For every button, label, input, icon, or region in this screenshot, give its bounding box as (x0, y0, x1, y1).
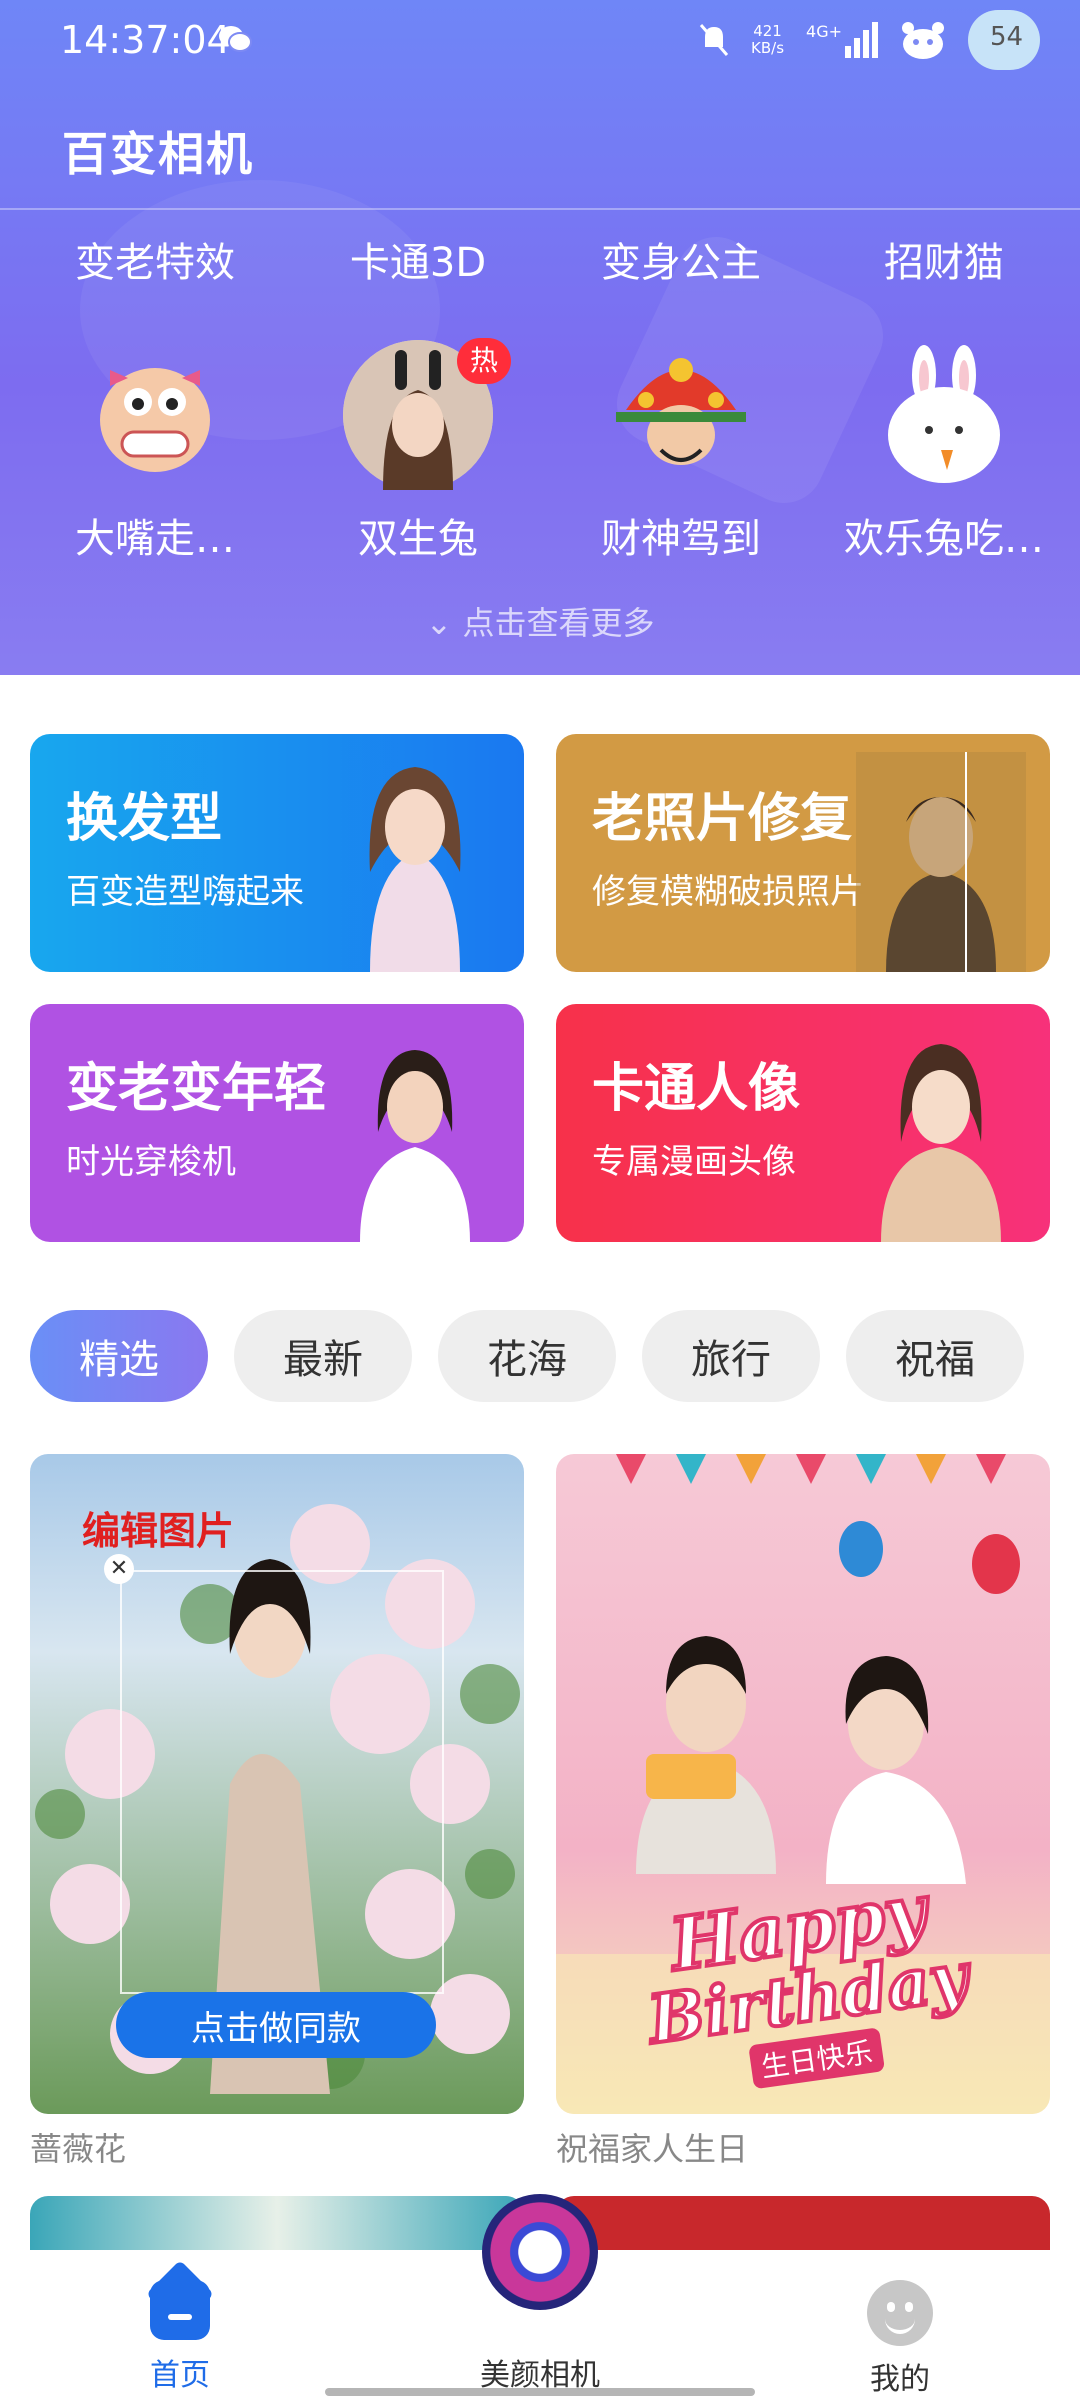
effect-label: 变身公主 (601, 240, 761, 286)
effect-label: 变老特效 (75, 240, 235, 286)
beauty-camera-button[interactable] (482, 2194, 598, 2310)
template-caption: 蔷薇花 (30, 2130, 127, 2168)
effect-item[interactable]: 变老特效 (20, 230, 290, 288)
category-tabs: 精选 最新 花海 旅行 祝福 (30, 1310, 1024, 1402)
speed-value: 421 (753, 22, 782, 40)
close-icon[interactable]: ✕ (104, 1554, 134, 1584)
bunny-girl-icon: 热 (343, 338, 511, 490)
template-card-partial[interactable] (556, 2196, 1050, 2256)
wealth-god-icon (606, 340, 756, 490)
feature-subtitle: 百变造型嗨起来 (66, 872, 304, 912)
page-title: 百变相机 (62, 127, 254, 181)
effect-item[interactable]: 变身公主 (546, 230, 816, 288)
smiley-icon (867, 2280, 933, 2346)
header-area: 14:37:04 421 KB/s 4G+ 54 百变相机 变老特效 卡通3D … (0, 0, 1080, 700)
feature-card-age[interactable]: 变老变年轻 时光穿梭机 (30, 1004, 524, 1242)
wechat-icon (219, 26, 252, 52)
tab-featured[interactable]: 精选 (30, 1310, 208, 1402)
feature-portrait (881, 1044, 1001, 1242)
status-time: 14:37:04 (60, 18, 231, 62)
effect-item[interactable]: 欢乐兔吃… (809, 340, 1079, 564)
effect-label: 双生兔 (358, 516, 478, 562)
effect-label: 财神驾到 (601, 516, 761, 562)
template-caption: 祝福家人生日 (556, 2130, 749, 2168)
speed-unit: KB/s (751, 39, 785, 57)
feature-title: 卡通人像 (592, 1059, 801, 1119)
effect-label: 卡通3D (349, 240, 487, 286)
feature-title: 换发型 (66, 789, 223, 849)
tab-blessing[interactable]: 祝福 (846, 1310, 1024, 1402)
selection-frame (120, 1570, 444, 1994)
nav-home-label: 首页 (150, 2358, 210, 2393)
hero-bottom-edge (0, 675, 1080, 700)
mute-icon (699, 24, 729, 56)
hot-badge: 热 (457, 338, 511, 384)
nav-mine-label: 我的 (870, 2362, 930, 2397)
feature-card-hairstyle[interactable]: 换发型 百变造型嗨起来 (30, 734, 524, 972)
effect-label: 大嘴走… (75, 516, 235, 562)
see-more-label: 点击查看更多 (462, 604, 655, 642)
tab-travel[interactable]: 旅行 (642, 1310, 820, 1402)
chevron-down-icon: ⌄ (425, 604, 453, 642)
effect-item[interactable]: 卡通3D (283, 230, 553, 288)
feature-subtitle: 专属漫画头像 (592, 1142, 796, 1182)
nav-mine[interactable]: 我的 (800, 2280, 1000, 2398)
feature-portrait (369, 767, 461, 972)
effect-item[interactable]: 财神驾到 (546, 340, 816, 564)
signal-icon: 4G+ (806, 22, 878, 58)
effect-label: 欢乐兔吃… (844, 516, 1044, 562)
effect-item[interactable]: 招财猫 (809, 230, 1079, 288)
template-card-partial[interactable] (30, 2196, 524, 2256)
effect-item[interactable]: 大嘴走… (20, 340, 290, 564)
status-icons: 421 KB/s 4G+ 54 (699, 10, 1040, 70)
avatar-number: 54 (990, 22, 1024, 52)
effect-row: 变老特效 卡通3D 变身公主 招财猫 (0, 230, 1080, 300)
paw-icon (902, 22, 944, 59)
tab-flowers[interactable]: 花海 (438, 1310, 616, 1402)
avatar[interactable]: 54 (968, 10, 1040, 70)
effect-row: 大嘴走… 热 双生兔 财神驾到 欢乐兔吃… (0, 338, 1080, 700)
home-indicator[interactable] (325, 2388, 755, 2396)
feature-portrait (856, 752, 1026, 972)
network-speed: 421 KB/s (751, 23, 784, 57)
nav-home[interactable]: 首页 (80, 2280, 280, 2394)
effect-item[interactable]: 热 双生兔 (283, 338, 553, 564)
feature-subtitle: 修复模糊破损照片 (592, 872, 864, 912)
divider (0, 208, 1080, 210)
make-same-button[interactable]: 点击做同款 (116, 1992, 436, 2058)
bunny-icon (869, 340, 1019, 490)
network-type: 4G+ (806, 22, 842, 41)
feature-subtitle: 时光穿梭机 (66, 1142, 236, 1182)
feature-card-photo-restore[interactable]: 老照片修复 修复模糊破损照片 (556, 734, 1050, 972)
bottom-nav: 首页 美颜相机 我的 (0, 2194, 1080, 2400)
template-card-birthday[interactable]: Happy Birthday 生日快乐 (556, 1454, 1050, 2114)
see-more-link[interactable]: ⌄ 点击查看更多 (0, 598, 1080, 644)
home-icon (150, 2280, 210, 2340)
feature-portrait (360, 1050, 470, 1242)
tab-latest[interactable]: 最新 (234, 1310, 412, 1402)
feature-title: 变老变年轻 (66, 1059, 327, 1119)
effect-label: 招财猫 (884, 240, 1004, 286)
template-card-rose[interactable]: 编辑图片 ✕ 点击做同款 (30, 1454, 524, 2114)
edit-image-label: 编辑图片 (82, 1509, 235, 1553)
status-bar: 14:37:04 421 KB/s 4G+ 54 (0, 0, 1080, 82)
feature-card-cartoon[interactable]: 卡通人像 专属漫画头像 (556, 1004, 1050, 1242)
bigmouth-face-icon (80, 340, 230, 490)
feature-title: 老照片修复 (592, 789, 853, 849)
